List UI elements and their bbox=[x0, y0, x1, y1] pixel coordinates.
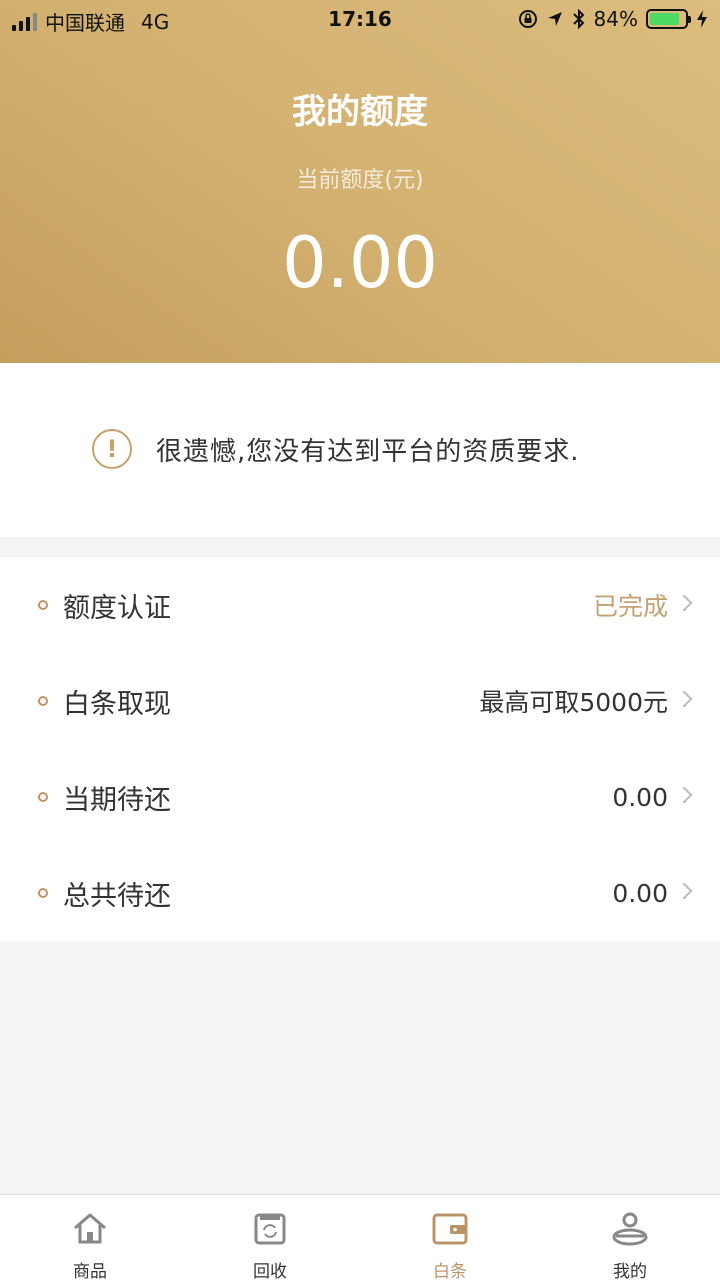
status-bar: 中国联通 4G 17:16 84% bbox=[0, 0, 720, 40]
tab-recycle[interactable]: 回收 bbox=[180, 1195, 360, 1280]
battery-icon bbox=[646, 9, 691, 29]
chevron-right-icon bbox=[675, 786, 693, 804]
list-item-value: 最高可取5000元 bbox=[479, 688, 668, 717]
list-item-label: 总共待还 bbox=[63, 880, 171, 912]
list-item-current-due[interactable]: 当期待还 0.00 bbox=[0, 749, 720, 845]
page-title: 我的额度 bbox=[292, 92, 428, 132]
home-icon bbox=[74, 1213, 106, 1244]
chevron-right-icon bbox=[675, 882, 693, 900]
bullet-icon bbox=[38, 696, 48, 706]
bullet-icon bbox=[38, 888, 48, 898]
list-item-label: 白条取现 bbox=[63, 688, 171, 720]
location-icon bbox=[547, 12, 562, 26]
list-item-cash-withdraw[interactable]: 白条取现 最高可取5000元 bbox=[0, 653, 720, 749]
list-item-credit-verify[interactable]: 额度认证 已完成 bbox=[0, 557, 720, 653]
credit-amount: 0.00 bbox=[282, 222, 438, 304]
list-item-value: 0.00 bbox=[612, 782, 668, 812]
tab-mine[interactable]: 我的 bbox=[540, 1195, 720, 1280]
list-item-total-due[interactable]: 总共待还 0.00 bbox=[0, 845, 720, 941]
battery-percent: 84% bbox=[593, 7, 638, 31]
tab-bar: 商品 回收 白条 我的 bbox=[0, 1194, 720, 1280]
list-item-value: 已完成 bbox=[592, 592, 668, 621]
rotation-lock-icon bbox=[518, 10, 537, 28]
credit-list: 额度认证 已完成 白条取现 最高可取5000元 当期待还 0.00 总共待还 0… bbox=[0, 557, 720, 941]
battery-level bbox=[650, 13, 679, 25]
bullet-icon bbox=[38, 600, 48, 610]
list-item-value: 0.00 bbox=[612, 878, 668, 908]
wallet-icon bbox=[432, 1213, 468, 1245]
bluetooth-icon bbox=[572, 9, 584, 29]
exclamation-circle-icon: ! bbox=[92, 429, 132, 469]
tab-label: 白条 bbox=[433, 1262, 467, 1280]
list-item-label: 额度认证 bbox=[63, 592, 171, 624]
list-item-label: 当期待还 bbox=[63, 784, 171, 816]
charging-icon bbox=[697, 10, 707, 28]
credit-subtitle: 当前额度(元) bbox=[296, 168, 424, 193]
bullet-icon bbox=[38, 792, 48, 802]
tab-credit[interactable]: 白条 bbox=[360, 1195, 540, 1280]
chevron-right-icon bbox=[675, 690, 693, 708]
recycle-icon bbox=[254, 1213, 286, 1245]
tab-label: 我的 bbox=[613, 1262, 647, 1280]
tab-products[interactable]: 商品 bbox=[0, 1195, 180, 1280]
user-icon bbox=[612, 1212, 648, 1246]
tab-label: 商品 bbox=[73, 1262, 107, 1280]
notice-panel: ! 很遗憾,您没有达到平台的资质要求. bbox=[0, 363, 720, 537]
notice-text: 很遗憾,您没有达到平台的资质要求. bbox=[156, 436, 580, 467]
chevron-right-icon bbox=[675, 594, 693, 612]
header-banner: 中国联通 4G 17:16 84% 我的额度 当前额度(元) 0.00 bbox=[0, 0, 720, 363]
tab-label: 回收 bbox=[253, 1262, 287, 1280]
